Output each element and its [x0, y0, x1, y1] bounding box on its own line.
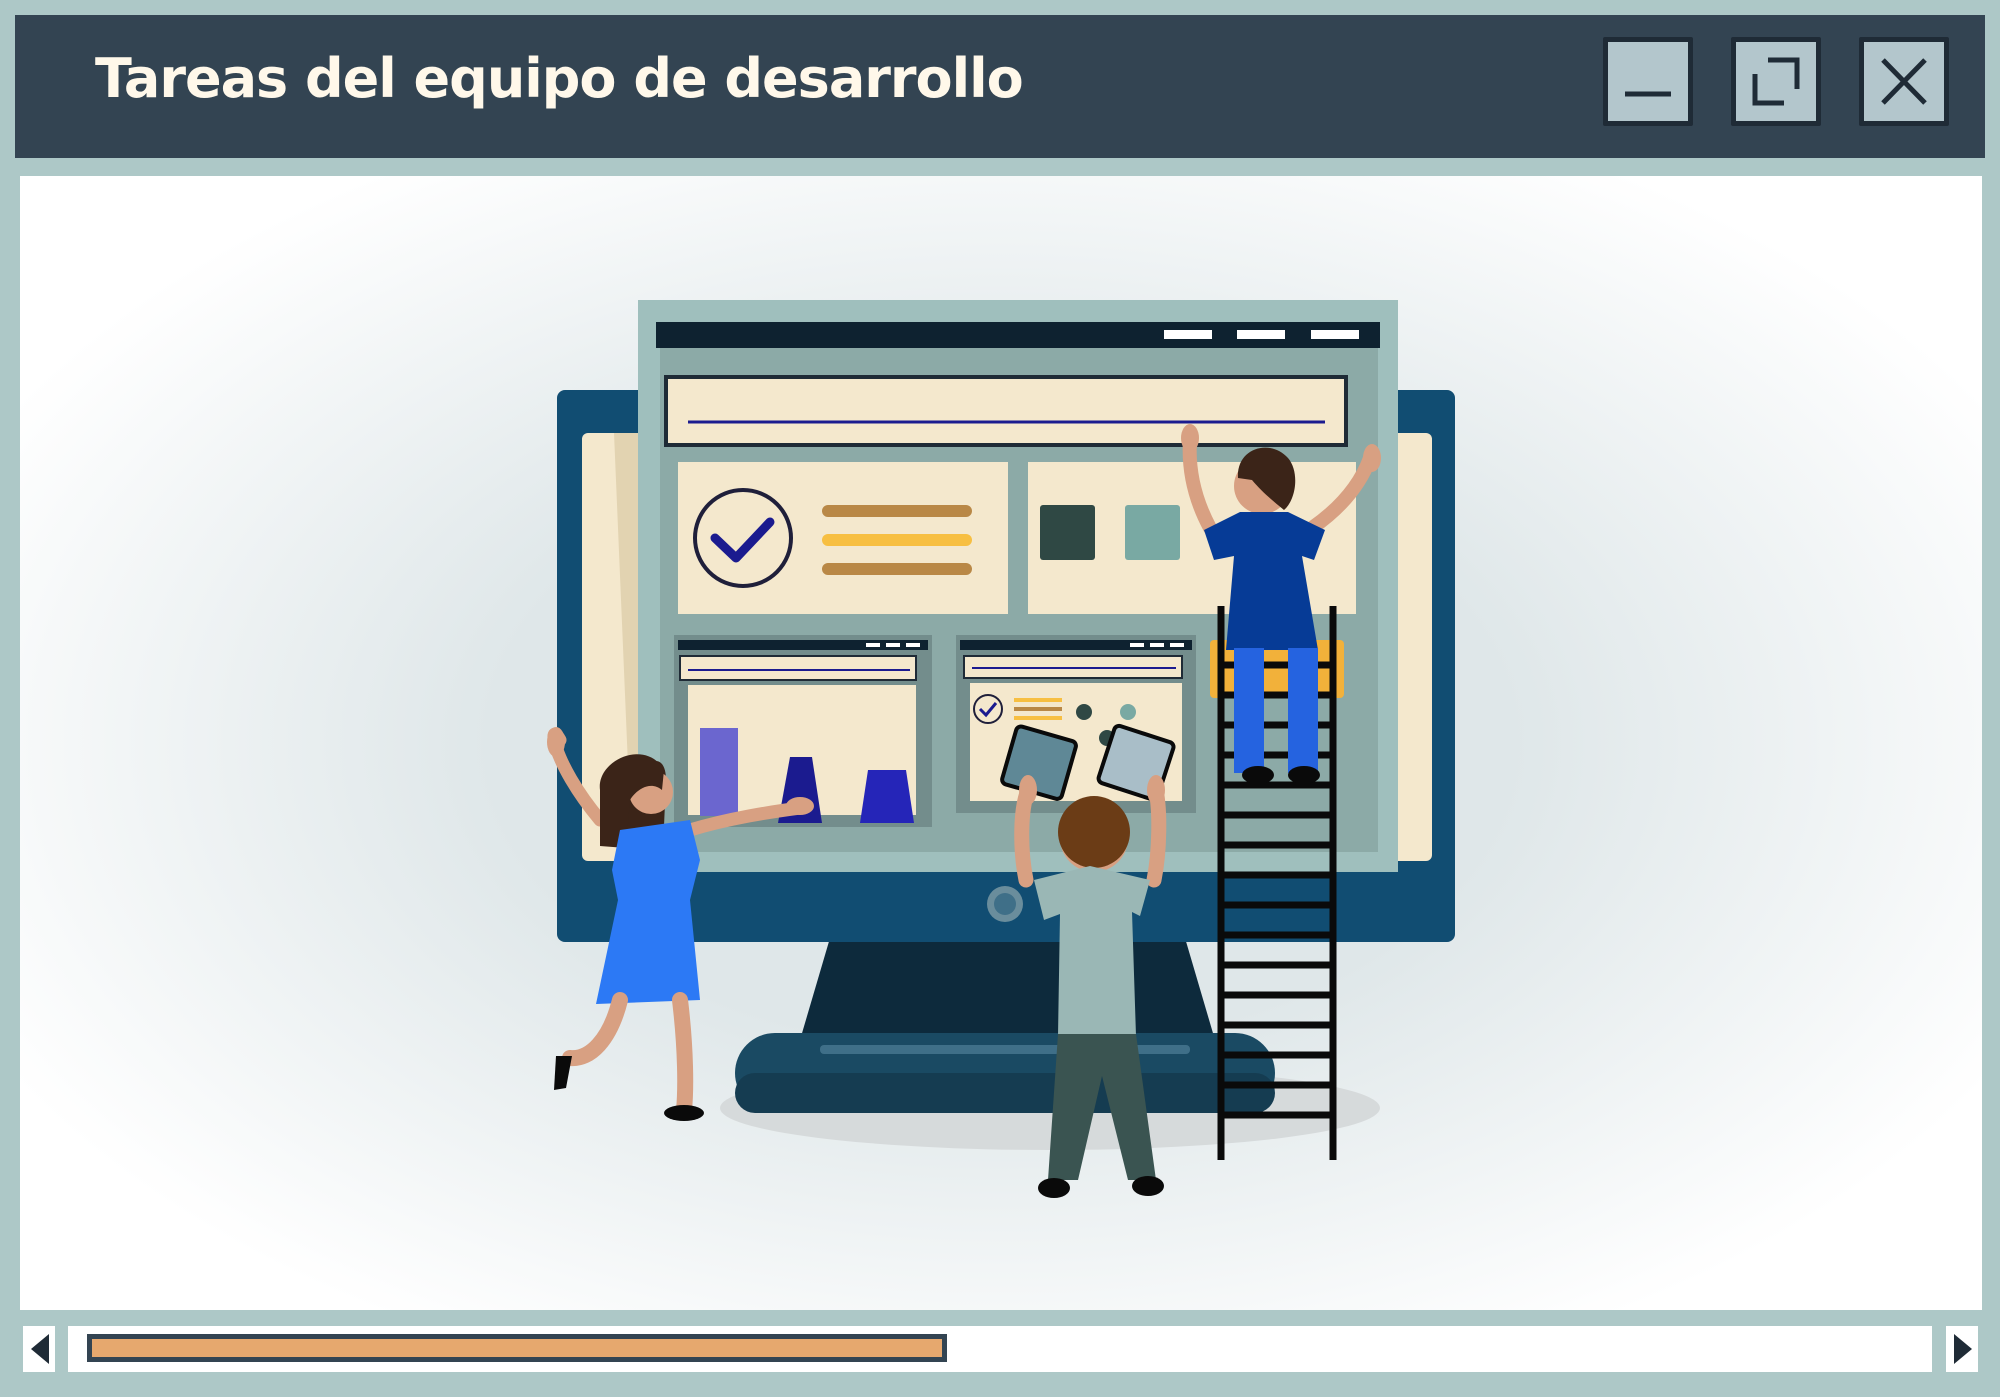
window-title: Tareas del equipo de desarrollo	[95, 47, 1024, 110]
task-line	[822, 563, 972, 575]
screen-topbar-btn	[1237, 330, 1285, 339]
restore-icon	[1752, 57, 1800, 106]
close-button[interactable]	[1859, 37, 1949, 126]
minimize-button[interactable]	[1603, 37, 1693, 126]
swatch-teal	[1125, 505, 1180, 560]
window-titlebar: Tareas del equipo de desarrollo	[15, 15, 1985, 158]
triangle-left-icon	[31, 1334, 49, 1364]
task-line	[822, 534, 972, 546]
team-illustration	[547, 300, 1455, 1198]
scroll-left-button[interactable]	[23, 1326, 55, 1372]
task-line	[822, 505, 972, 517]
swatch-dark	[1040, 505, 1095, 560]
screen-topbar-btn	[1164, 330, 1212, 339]
restore-button[interactable]	[1731, 37, 1821, 126]
monitor-base-shade	[735, 1073, 1275, 1113]
mini-bar	[700, 728, 738, 816]
mini-bar	[860, 770, 914, 823]
close-icon	[1881, 58, 1927, 105]
scroll-thumb[interactable]	[87, 1334, 947, 1362]
screen-topbar-btn	[1311, 330, 1359, 339]
minimize-icon	[1625, 91, 1671, 97]
triangle-right-icon	[1954, 1334, 1972, 1364]
window-content	[20, 176, 1982, 1310]
monitor-neck	[800, 938, 1215, 1040]
scroll-right-button[interactable]	[1946, 1326, 1978, 1372]
screen-search-field	[664, 375, 1348, 447]
